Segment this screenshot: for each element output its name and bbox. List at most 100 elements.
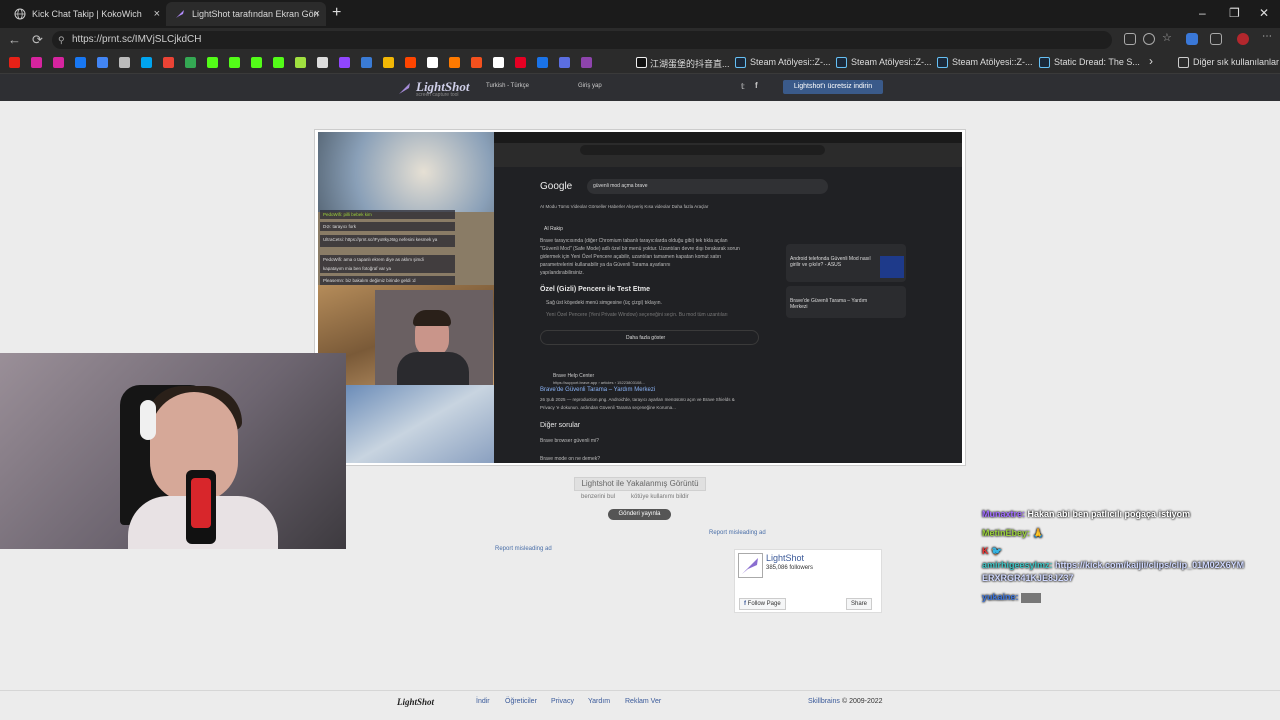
kick-icon[interactable] [273, 57, 284, 68]
fb-share-button[interactable]: Share [846, 598, 873, 610]
steam-icon [937, 57, 948, 68]
report-ad-link[interactable]: Report misleading ad [709, 530, 766, 536]
close-icon[interactable]: × [154, 8, 160, 20]
drive-icon[interactable] [185, 57, 196, 68]
bookmark-steam-1[interactable]: Steam Atölyesi::Z-... [750, 57, 831, 67]
hwl-icon[interactable] [559, 57, 570, 68]
app-icon[interactable] [361, 57, 372, 68]
ai-text: "Güvenli Mod" (Safe Mode) adlı özel bir … [540, 246, 740, 252]
report-ad-link[interactable]: Report misleading ad [495, 546, 552, 552]
other-bookmarks[interactable]: Diğer sık kullanılanlar [1193, 57, 1279, 67]
play-icon[interactable] [537, 57, 548, 68]
globe-icon[interactable] [119, 57, 130, 68]
result-snippet: Privacy 'e dokunun. ardından Güvenli Tar… [540, 405, 676, 410]
globe-icon [14, 8, 26, 20]
chat-line: PedoWifi: pilli bebek kim [320, 210, 455, 219]
download-button[interactable]: Lightshot'ı ücretsiz indirin [783, 80, 883, 94]
chat-username: amirhigeesylmz: [982, 560, 1053, 570]
feather-icon [174, 8, 186, 20]
toolbar: ← ⟳ ⚲ https://prnt.sc/IMVjSLCjkdCH ☆ ⋯ [0, 28, 1280, 52]
login-link[interactable]: Giriş yap [578, 83, 602, 89]
chevron-right-icon[interactable]: › [1149, 54, 1153, 68]
windows-icon[interactable] [141, 57, 152, 68]
close-window-button[interactable]: ✕ [1259, 6, 1269, 20]
tab-kick-chat[interactable]: Kick Chat Takip | KokoWich × [6, 2, 166, 26]
fb-follow-button[interactable]: f Follow Page [739, 598, 786, 610]
twitch-icon[interactable] [339, 57, 350, 68]
chat-message: amirhigeesylmz: https://kick.com/kaijii/… [982, 560, 1244, 570]
post-button[interactable]: Gönderi yayınla [608, 509, 671, 520]
find-similar-link[interactable]: benzerini bul [581, 494, 615, 500]
minimize-button[interactable]: – [1199, 6, 1206, 20]
close-icon[interactable]: × [314, 8, 320, 20]
instagram-icon[interactable] [31, 57, 42, 68]
facebook-icon[interactable] [75, 57, 86, 68]
dot-icon[interactable] [581, 57, 592, 68]
bookmark-steam-2[interactable]: Steam Atölyesi::Z-... [851, 57, 932, 67]
zoom-icon[interactable] [1143, 33, 1155, 45]
thumbnail [880, 256, 904, 278]
painting-image [346, 385, 494, 463]
fb-page-name[interactable]: LightShot [766, 553, 804, 563]
gmail-icon[interactable] [163, 57, 174, 68]
menu-icon[interactable]: ⋯ [1262, 31, 1274, 43]
kick-icon[interactable] [229, 57, 240, 68]
mic-light [191, 478, 211, 528]
emote [1021, 592, 1042, 603]
tab-lightshot[interactable]: LightShot tarafından Ekran Görüntü × [166, 2, 326, 26]
reddit-icon[interactable] [405, 57, 416, 68]
chat-username: MetinEbey: [982, 528, 1031, 538]
footer-logo[interactable]: LightShot [397, 697, 434, 707]
avatar[interactable] [1237, 33, 1249, 45]
footer-link[interactable]: Yardım [588, 698, 610, 705]
chat-message: ERXRGR41KJE8JZ37 [982, 573, 1074, 583]
facebook-icon[interactable]: f [755, 81, 758, 90]
painting-image [318, 132, 494, 212]
ai-text: parametrelerini kullanabilir ya da Güven… [540, 262, 671, 268]
chat-line: D⊘: tarayıcı fork [320, 222, 455, 231]
puzzle-icon[interactable] [1210, 33, 1222, 45]
back-icon[interactable]: ← [8, 32, 21, 47]
kick-icon[interactable] [207, 57, 218, 68]
fb-followers: 385,086 followers [766, 565, 814, 571]
reload-icon[interactable]: ⟳ [32, 32, 43, 48]
footer-link[interactable]: Privacy [551, 698, 574, 705]
image-caption: Lightshot ile Yakalanmış Görüntü [574, 477, 706, 491]
new-tab-button[interactable]: + [332, 4, 341, 22]
youtube-icon[interactable] [9, 57, 20, 68]
game-icon[interactable] [295, 57, 306, 68]
bee-icon[interactable] [383, 57, 394, 68]
steam-icon [1039, 57, 1050, 68]
docs-icon[interactable] [97, 57, 108, 68]
star-icon[interactable]: ☆ [1162, 31, 1174, 44]
maximize-button[interactable]: ❐ [1229, 6, 1240, 20]
fb-share-label: Share [851, 601, 868, 607]
site-info-icon[interactable]: ⚲ [58, 31, 65, 49]
language-select[interactable]: Turkish - Türkçe [486, 83, 529, 89]
extension-icon[interactable] [1186, 33, 1198, 45]
anchor-icon[interactable] [317, 57, 328, 68]
patreon-icon[interactable] [427, 57, 438, 68]
box-icon[interactable] [449, 57, 460, 68]
chat-message: yukaine: [982, 592, 1042, 603]
bookmark-static-dread[interactable]: Static Dread: The S... [1054, 57, 1140, 67]
side-card-title: Brave'de Güvenli Tarama – Yardım Merkezi [790, 298, 868, 310]
kick-icon[interactable] [251, 57, 262, 68]
twitter-icon[interactable]: 𝕥 [741, 82, 745, 91]
footer-brand[interactable]: Skillbrains [808, 698, 840, 705]
address-bar[interactable]: ⚲ https://prnt.sc/IMVjSLCjkdCH [52, 31, 1112, 49]
bookmark-tiktok[interactable]: 江湖蛋堡的抖音直... [650, 57, 730, 70]
bookmark-steam-3[interactable]: Steam Atölyesi::Z-... [952, 57, 1033, 67]
result-title: Brave'de Güvenli Tarama – Yardım Merkezi [540, 387, 656, 393]
footer-link[interactable]: Reklam Ver [625, 698, 661, 705]
report-abuse-link[interactable]: kötüye kullanımı bildir [631, 494, 689, 500]
pin-icon[interactable] [515, 57, 526, 68]
footer-link[interactable]: Öğreticiler [505, 698, 537, 705]
footer-link[interactable]: İndir [476, 698, 490, 705]
record-icon[interactable] [493, 57, 504, 68]
tagline: screen capture tool [416, 92, 459, 98]
instagram-icon[interactable] [53, 57, 64, 68]
circle-icon[interactable] [471, 57, 482, 68]
side-card-title: Android telefonda Güvenli Mod nasıl giri… [790, 256, 871, 268]
app-icon[interactable] [1124, 33, 1136, 45]
